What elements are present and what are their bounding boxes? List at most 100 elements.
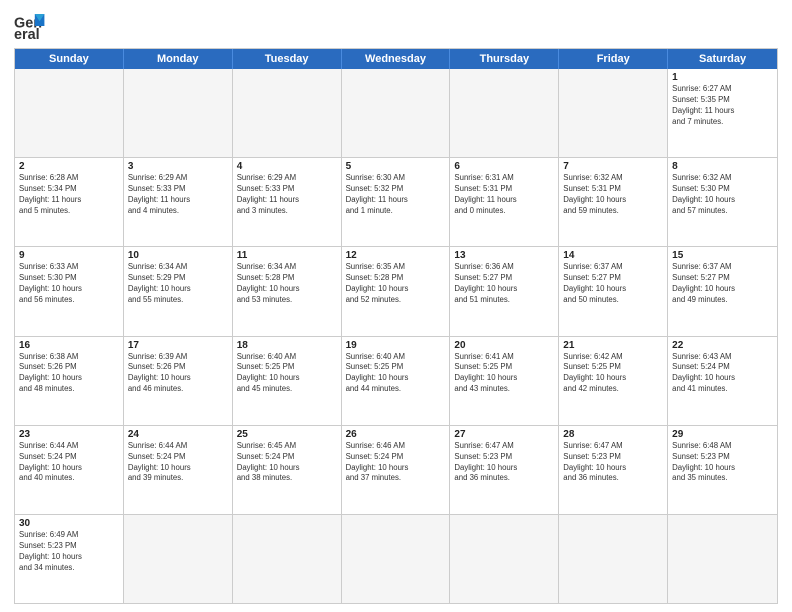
calendar-cell: 16Sunrise: 6:38 AM Sunset: 5:26 PM Dayli… xyxy=(15,337,124,425)
day-number: 27 xyxy=(454,429,554,440)
day-number: 10 xyxy=(128,250,228,261)
weekday-header-thursday: Thursday xyxy=(450,49,559,69)
cell-info: Sunrise: 6:46 AM Sunset: 5:24 PM Dayligh… xyxy=(346,441,446,485)
header: Gen eral xyxy=(14,10,778,42)
calendar-cell xyxy=(559,515,668,603)
cell-info: Sunrise: 6:44 AM Sunset: 5:24 PM Dayligh… xyxy=(19,441,119,485)
day-number: 18 xyxy=(237,340,337,351)
cell-info: Sunrise: 6:31 AM Sunset: 5:31 PM Dayligh… xyxy=(454,173,554,217)
calendar-cell xyxy=(668,515,777,603)
calendar-cell: 19Sunrise: 6:40 AM Sunset: 5:25 PM Dayli… xyxy=(342,337,451,425)
cell-info: Sunrise: 6:39 AM Sunset: 5:26 PM Dayligh… xyxy=(128,352,228,396)
calendar-cell: 17Sunrise: 6:39 AM Sunset: 5:26 PM Dayli… xyxy=(124,337,233,425)
calendar-cell: 7Sunrise: 6:32 AM Sunset: 5:31 PM Daylig… xyxy=(559,158,668,246)
calendar-cell: 25Sunrise: 6:45 AM Sunset: 5:24 PM Dayli… xyxy=(233,426,342,514)
calendar-cell: 26Sunrise: 6:46 AM Sunset: 5:24 PM Dayli… xyxy=(342,426,451,514)
svg-text:eral: eral xyxy=(14,27,40,42)
day-number: 22 xyxy=(672,340,773,351)
cell-info: Sunrise: 6:33 AM Sunset: 5:30 PM Dayligh… xyxy=(19,262,119,306)
calendar-cell: 9Sunrise: 6:33 AM Sunset: 5:30 PM Daylig… xyxy=(15,247,124,335)
day-number: 15 xyxy=(672,250,773,261)
calendar-row-0: 1Sunrise: 6:27 AM Sunset: 5:35 PM Daylig… xyxy=(15,69,777,157)
cell-info: Sunrise: 6:37 AM Sunset: 5:27 PM Dayligh… xyxy=(672,262,773,306)
calendar-header: SundayMondayTuesdayWednesdayThursdayFrid… xyxy=(15,49,777,69)
calendar: SundayMondayTuesdayWednesdayThursdayFrid… xyxy=(14,48,778,604)
page: Gen eral SundayMondayTuesdayWednesdayThu… xyxy=(0,0,792,612)
cell-info: Sunrise: 6:29 AM Sunset: 5:33 PM Dayligh… xyxy=(128,173,228,217)
weekday-header-friday: Friday xyxy=(559,49,668,69)
cell-info: Sunrise: 6:30 AM Sunset: 5:32 PM Dayligh… xyxy=(346,173,446,217)
weekday-header-wednesday: Wednesday xyxy=(342,49,451,69)
calendar-cell xyxy=(124,515,233,603)
cell-info: Sunrise: 6:40 AM Sunset: 5:25 PM Dayligh… xyxy=(237,352,337,396)
calendar-row-3: 16Sunrise: 6:38 AM Sunset: 5:26 PM Dayli… xyxy=(15,336,777,425)
cell-info: Sunrise: 6:49 AM Sunset: 5:23 PM Dayligh… xyxy=(19,530,119,574)
calendar-cell: 28Sunrise: 6:47 AM Sunset: 5:23 PM Dayli… xyxy=(559,426,668,514)
cell-info: Sunrise: 6:36 AM Sunset: 5:27 PM Dayligh… xyxy=(454,262,554,306)
calendar-cell: 5Sunrise: 6:30 AM Sunset: 5:32 PM Daylig… xyxy=(342,158,451,246)
calendar-cell: 4Sunrise: 6:29 AM Sunset: 5:33 PM Daylig… xyxy=(233,158,342,246)
cell-info: Sunrise: 6:35 AM Sunset: 5:28 PM Dayligh… xyxy=(346,262,446,306)
calendar-cell xyxy=(559,69,668,157)
cell-info: Sunrise: 6:47 AM Sunset: 5:23 PM Dayligh… xyxy=(563,441,663,485)
day-number: 13 xyxy=(454,250,554,261)
calendar-row-2: 9Sunrise: 6:33 AM Sunset: 5:30 PM Daylig… xyxy=(15,246,777,335)
cell-info: Sunrise: 6:38 AM Sunset: 5:26 PM Dayligh… xyxy=(19,352,119,396)
day-number: 7 xyxy=(563,161,663,172)
calendar-cell: 15Sunrise: 6:37 AM Sunset: 5:27 PM Dayli… xyxy=(668,247,777,335)
calendar-row-5: 30Sunrise: 6:49 AM Sunset: 5:23 PM Dayli… xyxy=(15,514,777,603)
calendar-cell xyxy=(124,69,233,157)
day-number: 21 xyxy=(563,340,663,351)
day-number: 9 xyxy=(19,250,119,261)
calendar-cell: 30Sunrise: 6:49 AM Sunset: 5:23 PM Dayli… xyxy=(15,515,124,603)
cell-info: Sunrise: 6:43 AM Sunset: 5:24 PM Dayligh… xyxy=(672,352,773,396)
calendar-cell xyxy=(342,69,451,157)
calendar-cell xyxy=(233,515,342,603)
day-number: 8 xyxy=(672,161,773,172)
cell-info: Sunrise: 6:29 AM Sunset: 5:33 PM Dayligh… xyxy=(237,173,337,217)
calendar-cell: 24Sunrise: 6:44 AM Sunset: 5:24 PM Dayli… xyxy=(124,426,233,514)
day-number: 16 xyxy=(19,340,119,351)
calendar-cell: 8Sunrise: 6:32 AM Sunset: 5:30 PM Daylig… xyxy=(668,158,777,246)
calendar-cell: 12Sunrise: 6:35 AM Sunset: 5:28 PM Dayli… xyxy=(342,247,451,335)
calendar-cell: 3Sunrise: 6:29 AM Sunset: 5:33 PM Daylig… xyxy=(124,158,233,246)
calendar-cell: 1Sunrise: 6:27 AM Sunset: 5:35 PM Daylig… xyxy=(668,69,777,157)
calendar-cell xyxy=(450,515,559,603)
day-number: 2 xyxy=(19,161,119,172)
cell-info: Sunrise: 6:27 AM Sunset: 5:35 PM Dayligh… xyxy=(672,84,773,128)
day-number: 3 xyxy=(128,161,228,172)
day-number: 30 xyxy=(19,518,119,529)
day-number: 17 xyxy=(128,340,228,351)
day-number: 1 xyxy=(672,72,773,83)
cell-info: Sunrise: 6:41 AM Sunset: 5:25 PM Dayligh… xyxy=(454,352,554,396)
calendar-cell xyxy=(342,515,451,603)
day-number: 23 xyxy=(19,429,119,440)
weekday-header-saturday: Saturday xyxy=(668,49,777,69)
calendar-cell: 11Sunrise: 6:34 AM Sunset: 5:28 PM Dayli… xyxy=(233,247,342,335)
calendar-cell: 23Sunrise: 6:44 AM Sunset: 5:24 PM Dayli… xyxy=(15,426,124,514)
day-number: 25 xyxy=(237,429,337,440)
cell-info: Sunrise: 6:47 AM Sunset: 5:23 PM Dayligh… xyxy=(454,441,554,485)
calendar-cell: 13Sunrise: 6:36 AM Sunset: 5:27 PM Dayli… xyxy=(450,247,559,335)
cell-info: Sunrise: 6:28 AM Sunset: 5:34 PM Dayligh… xyxy=(19,173,119,217)
calendar-cell: 22Sunrise: 6:43 AM Sunset: 5:24 PM Dayli… xyxy=(668,337,777,425)
day-number: 29 xyxy=(672,429,773,440)
day-number: 19 xyxy=(346,340,446,351)
calendar-cell: 21Sunrise: 6:42 AM Sunset: 5:25 PM Dayli… xyxy=(559,337,668,425)
cell-info: Sunrise: 6:37 AM Sunset: 5:27 PM Dayligh… xyxy=(563,262,663,306)
day-number: 28 xyxy=(563,429,663,440)
cell-info: Sunrise: 6:34 AM Sunset: 5:29 PM Dayligh… xyxy=(128,262,228,306)
calendar-body: 1Sunrise: 6:27 AM Sunset: 5:35 PM Daylig… xyxy=(15,69,777,603)
day-number: 4 xyxy=(237,161,337,172)
cell-info: Sunrise: 6:42 AM Sunset: 5:25 PM Dayligh… xyxy=(563,352,663,396)
day-number: 14 xyxy=(563,250,663,261)
calendar-cell: 27Sunrise: 6:47 AM Sunset: 5:23 PM Dayli… xyxy=(450,426,559,514)
cell-info: Sunrise: 6:48 AM Sunset: 5:23 PM Dayligh… xyxy=(672,441,773,485)
calendar-cell: 2Sunrise: 6:28 AM Sunset: 5:34 PM Daylig… xyxy=(15,158,124,246)
day-number: 24 xyxy=(128,429,228,440)
cell-info: Sunrise: 6:32 AM Sunset: 5:31 PM Dayligh… xyxy=(563,173,663,217)
cell-info: Sunrise: 6:34 AM Sunset: 5:28 PM Dayligh… xyxy=(237,262,337,306)
day-number: 12 xyxy=(346,250,446,261)
cell-info: Sunrise: 6:32 AM Sunset: 5:30 PM Dayligh… xyxy=(672,173,773,217)
calendar-cell: 18Sunrise: 6:40 AM Sunset: 5:25 PM Dayli… xyxy=(233,337,342,425)
